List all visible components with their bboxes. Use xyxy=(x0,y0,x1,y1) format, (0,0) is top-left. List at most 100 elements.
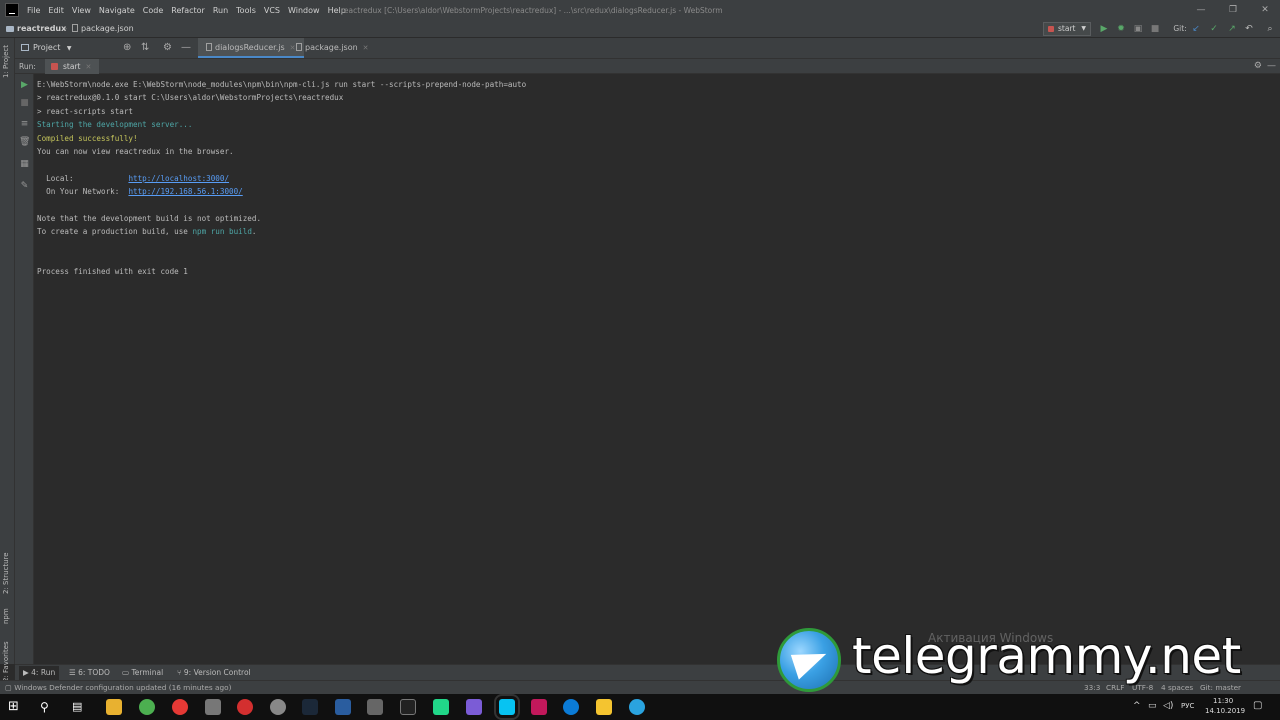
app-icon[interactable] xyxy=(205,699,221,715)
tool-version-control[interactable]: ⑂ 9: Version Control xyxy=(177,668,251,677)
menu-view[interactable]: View xyxy=(72,6,91,15)
debug-icon[interactable]: ✹ xyxy=(1115,23,1127,35)
network-icon[interactable]: ▭ xyxy=(1148,701,1157,711)
npm-tool-button[interactable]: npm xyxy=(2,608,10,624)
chrome-icon[interactable] xyxy=(139,699,155,715)
gear-icon[interactable]: ⚙ xyxy=(163,42,172,54)
structure-tool-button[interactable]: 2: Structure xyxy=(2,552,10,594)
windows-taskbar: ⊞ ⚲ ▤ ^ ▭ ◁) РУС 11:30 14.10.2019 ▢ xyxy=(0,694,1280,720)
console-line-network: On Your Network: http://192.168.56.1:300… xyxy=(37,187,243,197)
menu-run[interactable]: Run xyxy=(213,6,228,15)
app-icon[interactable] xyxy=(367,699,383,715)
git-label: Git: xyxy=(1173,24,1187,33)
gear-icon[interactable]: ⚙ xyxy=(1254,61,1262,71)
vcs-push-icon[interactable]: ↗ xyxy=(1226,23,1238,35)
pycharm-icon[interactable] xyxy=(433,699,449,715)
favorites-tool-button[interactable]: 2: Favorites xyxy=(2,641,10,682)
console-line: Note that the development build is not o… xyxy=(37,213,262,223)
menu-window[interactable]: Window xyxy=(288,6,320,15)
file-icon xyxy=(72,24,78,32)
teamviewer-icon[interactable] xyxy=(563,699,579,715)
vcs-update-icon[interactable]: ↙ xyxy=(1190,23,1202,35)
soft-wrap-icon[interactable]: ≡ xyxy=(19,119,30,130)
navigation-bar: reactredux › package.json start ▼ ▶ ✹ ▣ … xyxy=(0,20,1280,38)
steam-icon[interactable] xyxy=(302,699,318,715)
phpstorm-icon[interactable] xyxy=(466,699,482,715)
console-line-local: Local: http://localhost:3000/ xyxy=(37,173,230,183)
minimize-button[interactable]: — xyxy=(1194,3,1208,17)
task-view-icon[interactable]: ▤ xyxy=(72,699,88,715)
windows-start-icon[interactable]: ⊞ xyxy=(8,699,24,715)
console-line: Compiled successfully! xyxy=(37,133,138,143)
window-title: reactredux [C:\Users\aldor\WebstormProje… xyxy=(341,6,723,15)
menu-code[interactable]: Code xyxy=(143,6,163,15)
editor-tab-bar: Project ▼ ⊕ ⇅ ⚙ — dialogsReducer.js ✕ pac… xyxy=(15,38,1280,59)
volume-icon[interactable]: ◁) xyxy=(1163,701,1173,711)
intellij-icon[interactable] xyxy=(531,699,547,715)
menu-tools[interactable]: Tools xyxy=(236,6,256,15)
explorer-icon[interactable] xyxy=(106,699,122,715)
epic-games-icon[interactable] xyxy=(400,699,416,715)
run-config-dropdown[interactable]: start ▼ xyxy=(1043,22,1091,36)
project-view-dropdown[interactable]: Project ▼ xyxy=(21,43,72,52)
hide-icon[interactable]: — xyxy=(181,42,191,54)
watermark-brand: telegrammy.net xyxy=(852,627,1241,685)
webstorm-icon[interactable] xyxy=(494,694,520,720)
collapse-icon[interactable]: ⇅ xyxy=(141,42,149,54)
stop-icon[interactable]: ■ xyxy=(1149,23,1161,35)
search-icon[interactable]: ⚲ xyxy=(40,699,56,715)
menu-refactor[interactable]: Refactor xyxy=(171,6,205,15)
trash-icon[interactable]: 🗑 xyxy=(19,137,30,148)
pin-icon[interactable]: ✎ xyxy=(19,181,30,192)
stop-icon[interactable]: ■ xyxy=(19,98,30,109)
tray-chevron-icon[interactable]: ^ xyxy=(1133,701,1141,711)
yandex-icon[interactable] xyxy=(172,699,188,715)
run-side-toolbar: ▶ ■ ≡ 🗑 ▦ ✎ xyxy=(15,74,34,664)
breadcrumb-file[interactable]: package.json xyxy=(72,24,134,33)
locate-icon[interactable]: ⊕ xyxy=(123,42,131,54)
rerun-icon[interactable]: ▶ xyxy=(19,80,30,91)
status-message[interactable]: ▢ Windows Defender configuration updated… xyxy=(5,683,231,692)
breadcrumb-project[interactable]: reactredux xyxy=(6,24,66,33)
notifications-icon[interactable]: ▢ xyxy=(1253,700,1262,711)
close-icon[interactable]: ✕ xyxy=(363,44,369,52)
telegram-logo-icon xyxy=(777,628,841,692)
search-everywhere-icon[interactable]: ⌕ xyxy=(1264,23,1276,35)
tool-todo[interactable]: ☰ 6: TODO xyxy=(69,668,110,677)
vcs-commit-icon[interactable]: ✓ xyxy=(1208,23,1220,35)
tool-terminal[interactable]: ▭ Terminal xyxy=(122,668,163,677)
vcs-rollback-icon[interactable]: ↶ xyxy=(1243,23,1255,35)
run-icon[interactable]: ▶ xyxy=(1098,23,1110,35)
opera-icon[interactable] xyxy=(237,699,253,715)
console-output[interactable]: E:\WebStorm\node.exe E:\WebStorm\node_mo… xyxy=(34,74,1280,664)
menu-vcs[interactable]: VCS xyxy=(264,6,280,15)
notes-icon[interactable] xyxy=(596,699,612,715)
close-window-button[interactable]: ✕ xyxy=(1258,3,1272,17)
app-icon[interactable] xyxy=(335,699,351,715)
coverage-icon[interactable]: ▣ xyxy=(1132,23,1144,35)
clock-time[interactable]: 11:30 xyxy=(1213,697,1233,705)
project-tool-button[interactable]: 1: Project xyxy=(2,45,10,78)
breadcrumb-separator-icon: › xyxy=(64,24,68,33)
clock-date[interactable]: 14.10.2019 xyxy=(1205,707,1245,715)
tab-package-json[interactable]: package.json ✕ xyxy=(288,38,377,58)
layout-icon[interactable]: ▦ xyxy=(19,159,30,170)
run-tab-start[interactable]: start ✕ xyxy=(45,59,100,74)
telegram-icon[interactable] xyxy=(629,699,645,715)
menu-edit[interactable]: Edit xyxy=(48,6,64,15)
input-language[interactable]: РУС xyxy=(1181,702,1194,710)
webstorm-logo-icon xyxy=(5,3,19,17)
menu-navigate[interactable]: Navigate xyxy=(99,6,135,15)
tool-run[interactable]: ▶ 4: Run xyxy=(19,666,60,680)
menu-file[interactable]: File xyxy=(27,6,40,15)
network-url-link[interactable]: http://192.168.56.1:3000/ xyxy=(128,187,242,196)
restore-button[interactable]: ❐ xyxy=(1226,3,1240,17)
hide-icon[interactable]: — xyxy=(1267,61,1276,71)
build-command: npm run build xyxy=(192,227,252,237)
close-icon[interactable]: ✕ xyxy=(85,63,91,71)
local-url-link[interactable]: http://localhost:3000/ xyxy=(128,174,229,183)
app-icon[interactable] xyxy=(270,699,286,715)
